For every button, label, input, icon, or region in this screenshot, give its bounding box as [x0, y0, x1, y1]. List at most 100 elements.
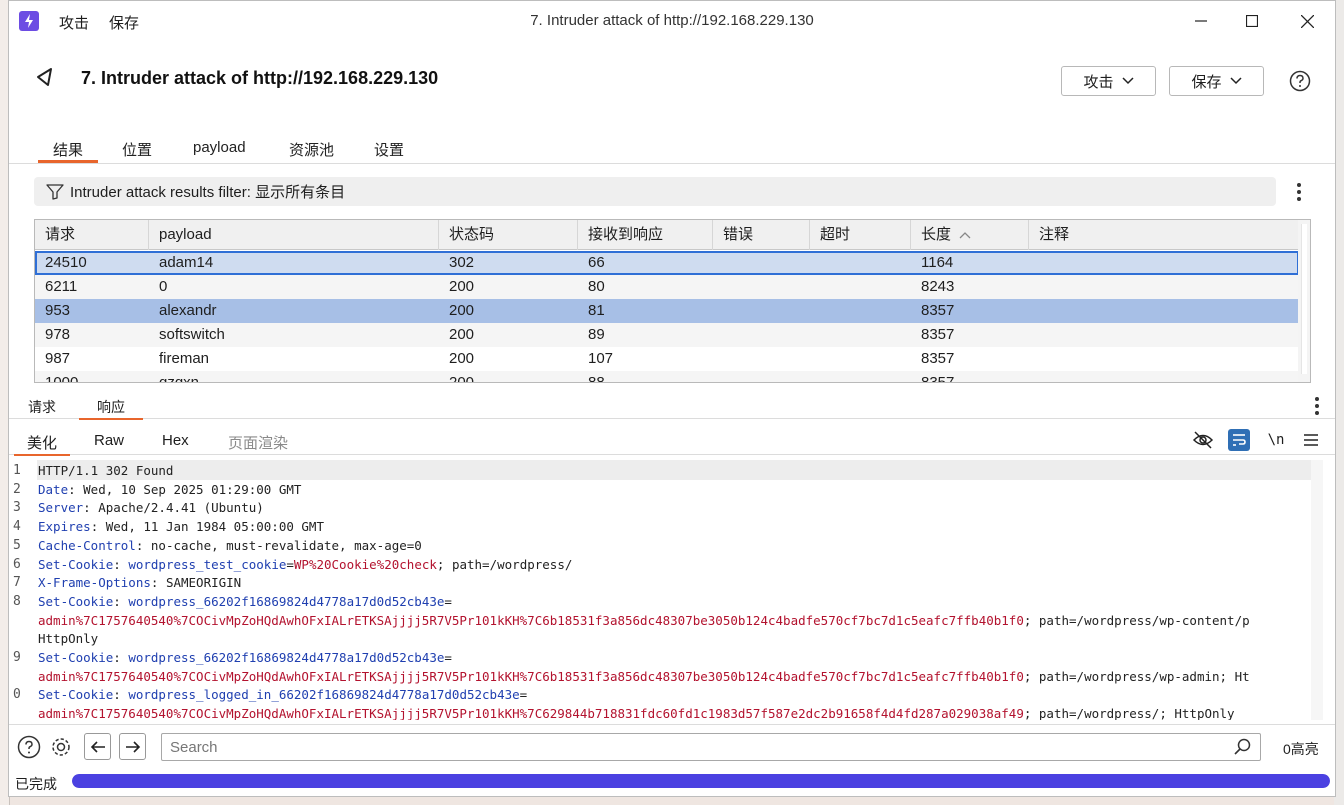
results-table: 请求 payload 状态码 接收到响应 错误 超时 长度 注释 24510 ad…	[34, 219, 1311, 383]
tab-resource-pool[interactable]: 资源池	[289, 139, 334, 160]
table-cell: 81	[588, 302, 605, 319]
column-header-error[interactable]: 错误	[713, 220, 810, 250]
column-header-request[interactable]: 请求	[35, 220, 149, 250]
page-title: 7. Intruder attack of http://192.168.229…	[81, 68, 439, 88]
tab-raw[interactable]: Raw	[94, 432, 124, 449]
table-cell	[1029, 347, 1039, 371]
column-header-payload[interactable]: payload	[149, 220, 439, 250]
header-name: Server	[38, 500, 84, 516]
table-cell: softswitch	[159, 326, 225, 343]
table-row[interactable]: 1000 qzqxn 200 88 8357	[35, 371, 1299, 383]
tab-hex[interactable]: Hex	[162, 432, 189, 449]
message-more-options-icon[interactable]	[1312, 397, 1322, 415]
response-scrollbar[interactable]	[1311, 460, 1323, 720]
column-header-comment[interactable]: 注释	[1029, 220, 1299, 250]
table-cell: 8357	[921, 350, 955, 367]
show-newlines-toggle[interactable]: \n	[1265, 429, 1287, 451]
response-line: Server: Apache/2.4.41 (Ubuntu)	[38, 499, 264, 518]
results-filter-bar[interactable]: Intruder attack results filter: 显示所有条目	[34, 177, 1276, 206]
table-row[interactable]: 6211 0 200 80 8243	[35, 275, 1299, 299]
tab-positions[interactable]: 位置	[122, 139, 152, 160]
response-line: admin%7C1757640540%7COCivMpZoHQdAwhOFxIA…	[38, 668, 1250, 687]
tab-settings[interactable]: 设置	[374, 139, 404, 160]
table-cell	[810, 347, 820, 371]
attack-header: 7. Intruder attack of http://192.168.229…	[9, 41, 1335, 119]
help-icon[interactable]	[16, 734, 42, 760]
header-name: wordpress_logged_in_66202f16869824d4778a…	[128, 687, 520, 703]
table-cell: alexandr	[159, 302, 217, 319]
header-name: wordpress_test_cookie	[128, 556, 287, 572]
table-cell	[1029, 275, 1039, 299]
table-row[interactable]: 24510 adam14 302 66 1164	[35, 251, 1299, 275]
table-cell	[1029, 251, 1039, 275]
header-name: Cache-Control	[38, 537, 136, 553]
plain-text: ; path=/wordpress/	[436, 556, 573, 572]
table-cell: 8243	[921, 278, 955, 295]
burp-lightning-icon	[19, 11, 39, 31]
highlight-count: 0高亮	[1283, 741, 1319, 757]
table-row[interactable]: 953 alexandr 200 81 8357	[35, 299, 1299, 323]
plain-text: : SAMEORIGIN	[150, 575, 242, 591]
menu-save[interactable]: 保存	[109, 12, 139, 33]
column-header-status[interactable]: 状态码	[439, 220, 578, 250]
table-row[interactable]: 978 softswitch 200 89 8357	[35, 323, 1299, 347]
maximize-icon[interactable]	[1238, 9, 1266, 33]
close-icon[interactable]	[1293, 9, 1321, 33]
column-header-timeout[interactable]: 超时	[810, 220, 911, 250]
minimize-icon[interactable]	[1187, 9, 1215, 33]
help-icon[interactable]	[1289, 70, 1311, 92]
tab-payload[interactable]: payload	[193, 139, 246, 156]
title-bar: 攻击 保存 7. Intruder attack of http://192.1…	[9, 1, 1335, 41]
search-box	[161, 733, 1261, 761]
tab-response[interactable]: 响应	[79, 397, 143, 420]
current-line-highlight	[37, 460, 1323, 480]
tab-render[interactable]: 页面渲染	[228, 432, 288, 453]
table-cell	[713, 299, 723, 323]
tab-request[interactable]: 请求	[28, 397, 56, 417]
table-cell: 302	[449, 254, 475, 271]
table-cell	[1029, 323, 1039, 347]
table-cell: 80	[588, 278, 605, 295]
response-editor[interactable]: 1 HTTP/1.1 302 Found 2 Date: Wed, 10 Sep 20…	[9, 460, 1323, 720]
tab-pretty[interactable]: 美化	[13, 432, 71, 456]
header-name: wordpress_66202f16869824d4778a17d0d52cb4…	[128, 593, 445, 609]
results-scrollbar[interactable]	[1298, 220, 1310, 382]
search-next-button[interactable]	[119, 733, 146, 760]
save-button-label: 保存	[1191, 73, 1222, 91]
response-line: HTTP/1.1 302 Found	[38, 462, 173, 481]
menu-attack[interactable]: 攻击	[59, 12, 89, 33]
search-previous-button[interactable]	[84, 733, 111, 760]
line-number: 3	[13, 500, 21, 516]
search-input[interactable]	[162, 734, 1212, 760]
word-wrap-icon[interactable]	[1228, 429, 1250, 451]
column-header-length[interactable]: 长度	[911, 220, 1029, 250]
plain-text: ; path=/wordpress/wp-admin; Ht	[1023, 668, 1250, 684]
header-name: Set-Cookie	[38, 650, 114, 665]
settings-gear-icon[interactable]	[48, 734, 74, 760]
chevron-down-icon	[1229, 77, 1242, 85]
hide-eye-icon[interactable]	[1192, 429, 1214, 451]
search-icon	[1234, 738, 1251, 755]
results-more-options-icon[interactable]	[1294, 183, 1304, 201]
column-header-response-received[interactable]: 接收到响应	[578, 220, 713, 250]
attack-button-label: 攻击	[1083, 73, 1114, 91]
response-line: X-Frame-Options: SAMEORIGIN	[38, 574, 241, 593]
response-line: Set-Cookie: wordpress_test_cookie=WP%20C…	[38, 556, 572, 575]
attack-dropdown-button[interactable]: 攻击	[1061, 66, 1156, 96]
table-cell	[1029, 299, 1039, 323]
cookie-value: admin%7C1757640540%7COCivMpZoHQdAwhOFxIA…	[38, 706, 1024, 720]
table-cell: 8357	[921, 302, 955, 319]
filter-label: Intruder attack results filter: 显示所有条目	[70, 184, 346, 201]
table-row[interactable]: 987 fireman 200 107 8357	[35, 347, 1299, 371]
save-dropdown-button[interactable]: 保存	[1169, 66, 1264, 96]
plain-text: ; path=/wordpress/wp-content/p	[1023, 612, 1250, 628]
table-cell: 1000	[45, 374, 79, 383]
tab-results[interactable]: 结果	[37, 139, 99, 163]
table-cell: 0	[159, 278, 168, 295]
plain-text: =	[286, 556, 294, 572]
menu-icon[interactable]	[1300, 429, 1322, 451]
table-cell	[810, 251, 820, 275]
filter-icon	[46, 183, 64, 200]
table-cell: qzqxn	[159, 374, 200, 383]
cookie-value: admin%7C1757640540%7COCivMpZoHQdAwhOFxIA…	[38, 612, 1024, 628]
